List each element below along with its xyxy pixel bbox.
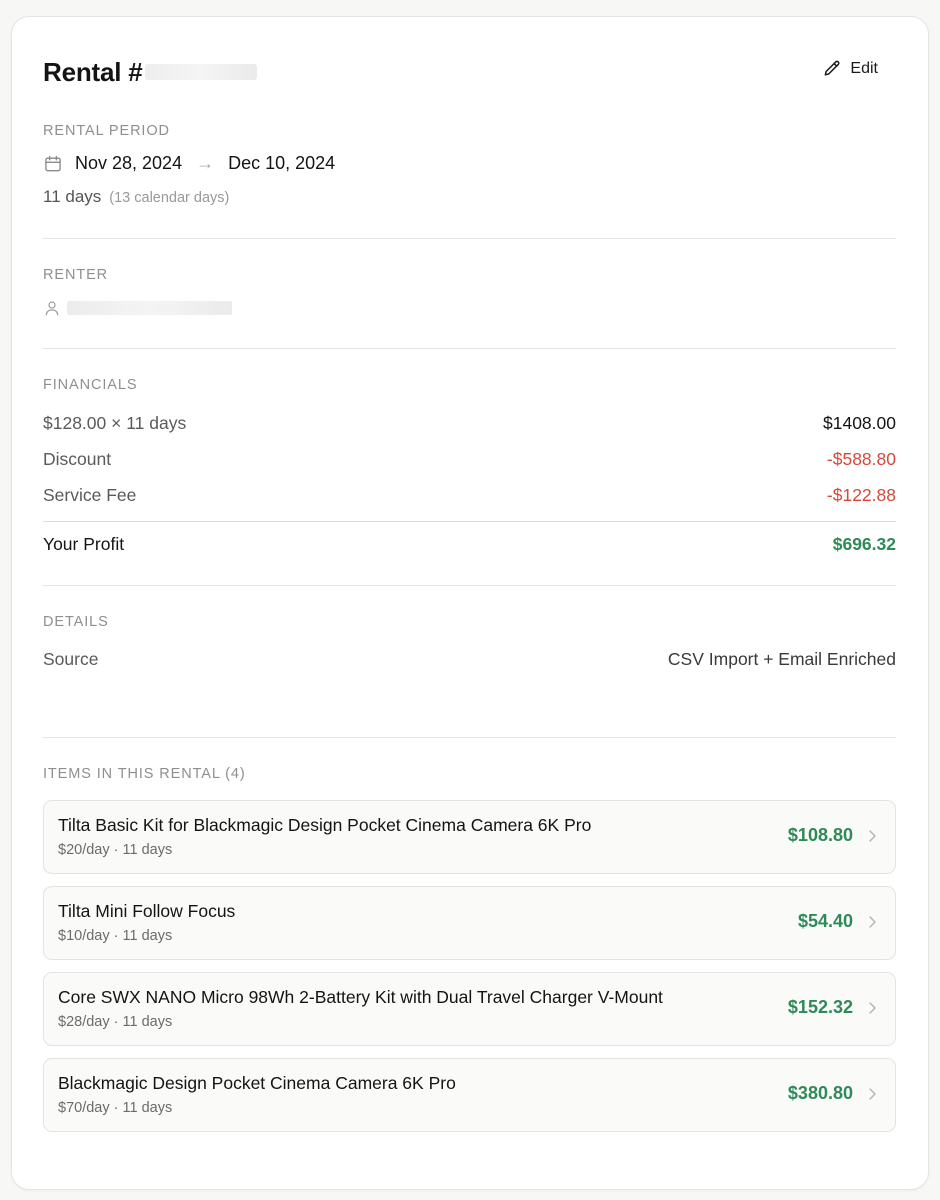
calendar-days: (13 calendar days)	[109, 190, 230, 206]
item-price: $54.40	[797, 911, 853, 931]
chevron-right-icon	[869, 1002, 876, 1014]
header: Rental # Edit	[43, 55, 896, 95]
discount-label: Discount	[43, 449, 112, 469]
financial-row-profit: Your Profit $696.32	[43, 534, 896, 555]
details-label: DETAILS	[43, 614, 109, 630]
rental-item[interactable]: Tilta Basic Kit for Blackmagic Design Po…	[43, 800, 896, 874]
renter-row	[43, 299, 896, 317]
item-name: Blackmagic Design Pocket Cinema Camera 6…	[58, 1073, 456, 1093]
chevron-right-icon	[869, 916, 876, 928]
chevron-right-icon	[869, 1088, 876, 1100]
item-name: Tilta Mini Follow Focus	[58, 901, 236, 921]
profit-value: $696.32	[832, 534, 896, 554]
rental-item[interactable]: Blackmagic Design Pocket Cinema Camera 6…	[43, 1058, 896, 1132]
pencil-icon	[825, 60, 840, 76]
rental-card: Rental # Edit RENTAL PERIOD Nov 28, 2024…	[11, 16, 929, 1190]
source-value: CSV Import + Email Enriched	[667, 649, 896, 669]
title-text: Rental #	[43, 57, 143, 87]
start-date: Nov 28, 2024	[75, 153, 183, 173]
financial-row-rate: $128.00 × 11 days $1408.00	[43, 413, 896, 434]
divider	[43, 585, 896, 586]
renter-name-redacted[interactable]	[67, 301, 232, 315]
item-rate: $20/day · 11 days	[58, 842, 173, 858]
item-name: Tilta Basic Kit for Blackmagic Design Po…	[58, 815, 592, 835]
item-rate: $10/day · 11 days	[58, 928, 173, 944]
rental-duration: 11 days (13 calendar days)	[43, 187, 896, 207]
financial-total-divider	[43, 521, 896, 522]
renter-label: RENTER	[43, 267, 109, 283]
financial-row-service-fee: Service Fee -$122.88	[43, 485, 896, 506]
user-icon	[45, 301, 59, 316]
financial-row-discount: Discount -$588.80	[43, 449, 896, 470]
divider	[43, 348, 896, 349]
edit-label: Edit	[850, 60, 878, 77]
end-date: Dec 10, 2024	[228, 153, 336, 173]
source-label: Source	[43, 649, 99, 669]
item-price: $152.32	[787, 997, 853, 1017]
divider	[43, 737, 896, 738]
redacted-rental-id	[144, 64, 257, 81]
rate-value: $1408.00	[823, 413, 896, 433]
divider	[43, 238, 896, 239]
rental-period-label: RENTAL PERIOD	[43, 123, 170, 139]
rental-period-dates: Nov 28, 2024 → Dec 10, 2024	[43, 153, 896, 174]
item-name: Core SWX NANO Micro 98Wh 2-Battery Kit w…	[58, 987, 663, 1007]
page-title: Rental #	[43, 55, 257, 89]
rental-days: 11 days	[43, 187, 102, 206]
financials-label: FINANCIALS	[43, 377, 138, 393]
calendar-icon	[45, 155, 61, 171]
item-rate: $28/day · 11 days	[58, 1014, 173, 1030]
item-price: $380.80	[787, 1083, 853, 1103]
item-price: $108.80	[787, 825, 853, 845]
edit-button[interactable]: Edit	[822, 59, 878, 79]
details-source-row: Source CSV Import + Email Enriched	[43, 649, 896, 670]
profit-label: Your Profit	[43, 534, 125, 554]
rental-item[interactable]: Core SWX NANO Micro 98Wh 2-Battery Kit w…	[43, 972, 896, 1046]
service-fee-value: -$122.88	[826, 485, 896, 505]
chevron-right-icon	[869, 830, 876, 842]
items-label: ITEMS IN THIS RENTAL (4)	[43, 766, 246, 782]
date-arrow: →	[196, 153, 215, 173]
rental-item[interactable]: Tilta Mini Follow Focus $10/day · 11 day…	[43, 886, 896, 960]
service-fee-label: Service Fee	[43, 485, 137, 505]
item-rate: $70/day · 11 days	[58, 1100, 173, 1116]
rate-label: $128.00 × 11 days	[43, 413, 187, 433]
discount-value: -$588.80	[826, 449, 896, 469]
